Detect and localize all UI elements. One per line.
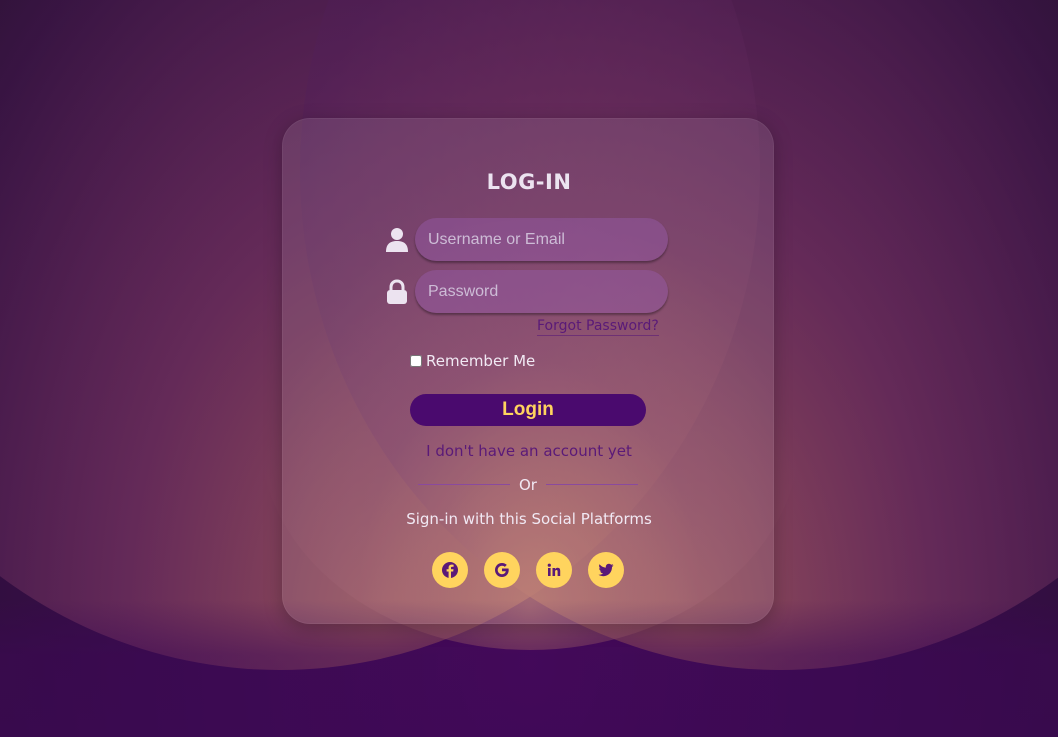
facebook-button[interactable] <box>432 552 468 588</box>
facebook-icon <box>441 561 459 579</box>
remember-me-checkbox[interactable] <box>410 355 422 367</box>
or-text: Or <box>519 476 537 494</box>
social-text: Sign-in with this Social Platforms <box>406 510 652 528</box>
login-title: LOG-IN <box>486 170 572 194</box>
user-icon <box>385 227 409 253</box>
lock-icon <box>385 279 409 305</box>
forgot-password-link[interactable]: Forgot Password? <box>537 318 659 336</box>
twitter-button[interactable] <box>588 552 624 588</box>
password-input[interactable] <box>415 270 668 313</box>
divider-right <box>546 484 638 485</box>
google-icon <box>493 561 511 579</box>
twitter-icon <box>597 561 615 579</box>
linkedin-icon <box>545 561 563 579</box>
login-button[interactable]: Login <box>410 394 646 426</box>
signup-row: I don't have an account yet <box>0 442 1058 460</box>
remember-me-label: Remember Me <box>426 352 536 370</box>
username-input[interactable] <box>415 218 668 261</box>
google-button[interactable] <box>484 552 520 588</box>
divider-left <box>418 484 510 485</box>
linkedin-button[interactable] <box>536 552 572 588</box>
remember-me[interactable]: Remember Me <box>410 352 535 370</box>
signup-link[interactable]: I don't have an account yet <box>426 442 632 460</box>
